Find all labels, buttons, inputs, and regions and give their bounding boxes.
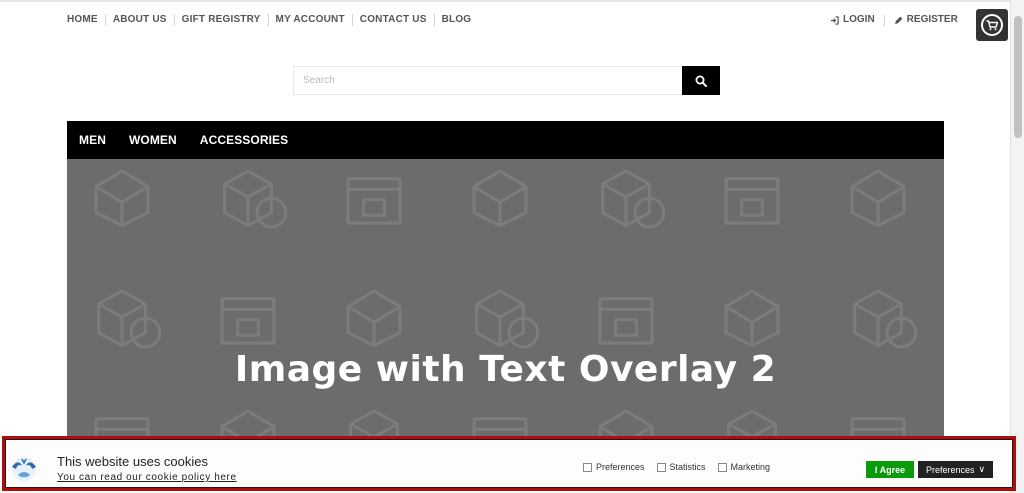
statistics-checkbox[interactable] (656, 462, 666, 472)
search-button[interactable] (682, 66, 720, 95)
top-nav-blog[interactable]: BLOG (433, 14, 479, 26)
login-link[interactable]: LOGIN (830, 14, 875, 26)
pattern-box-icon (724, 289, 780, 348)
preferences-option-label: Preferences (596, 462, 645, 472)
cookie-logo-icon (12, 457, 36, 481)
cookie-option-marketing[interactable]: Marketing (717, 462, 771, 472)
hero-banner[interactable]: Image with Text Overlay 2 (67, 159, 944, 445)
search-icon (695, 75, 707, 87)
register-label: REGISTER (906, 14, 958, 25)
top-nav-contact-us[interactable]: CONTACT US (351, 14, 434, 26)
pattern-box-icon (472, 169, 528, 228)
account-separator (883, 14, 885, 26)
cookie-options: Preferences Statistics Marketing (583, 462, 782, 472)
cart-icon (986, 19, 998, 30)
scrollbar-thumb[interactable] (1014, 16, 1022, 138)
pattern-box-icon (94, 169, 150, 228)
top-border (0, 0, 1024, 2)
preferences-checkbox[interactable] (583, 462, 592, 472)
main-nav: MEN WOMEN ACCESSORIES (67, 121, 944, 159)
pattern-box-icon (853, 289, 918, 349)
agree-button[interactable]: I Agree (866, 461, 914, 478)
cookie-option-statistics[interactable]: Statistics (656, 462, 706, 472)
pencil-icon (894, 16, 903, 24)
preferences-button[interactable]: Preferences ∨ (918, 461, 993, 478)
cookie-policy-link[interactable]: You can read our cookie policy here (57, 472, 237, 483)
cookie-option-preferences[interactable]: Preferences (583, 462, 645, 472)
hero-icon-pattern (94, 169, 918, 445)
pattern-box-icon (850, 169, 906, 228)
pattern-box-icon (223, 169, 288, 229)
pattern-box-icon (346, 289, 402, 348)
pattern-box-icon (598, 297, 654, 345)
pattern-box-icon (346, 177, 402, 225)
top-nav-home[interactable]: HOME (67, 14, 105, 26)
page-scrollbar[interactable] (1010, 0, 1024, 493)
marketing-checkbox[interactable] (717, 462, 727, 472)
pattern-box-icon (97, 289, 162, 349)
top-nav-my-account[interactable]: MY ACCOUNT (267, 14, 352, 26)
pattern-box-icon (475, 289, 540, 349)
hero-title: Image with Text Overlay 2 (234, 349, 777, 390)
pattern-box-icon (220, 297, 276, 345)
search-bar (293, 66, 720, 95)
cart-button[interactable] (976, 9, 1008, 41)
search-input[interactable] (293, 66, 682, 95)
cookie-title: This website uses cookies (57, 454, 209, 469)
statistics-option-label: Statistics (669, 462, 706, 472)
top-nav: HOME ABOUT US GIFT REGISTRY MY ACCOUNT C… (67, 14, 478, 26)
pattern-box-icon (601, 169, 666, 229)
main-nav-women[interactable]: WOMEN (129, 133, 177, 147)
pattern-box-icon (724, 177, 780, 225)
sign-in-icon (830, 15, 839, 25)
cart-icon-ring (981, 14, 1003, 36)
top-nav-about-us[interactable]: ABOUT US (104, 14, 174, 26)
main-nav-men[interactable]: MEN (79, 133, 106, 147)
top-nav-gift-registry[interactable]: GIFT REGISTRY (173, 14, 268, 26)
preferences-button-label: Preferences (925, 464, 975, 475)
login-label: LOGIN (843, 14, 875, 25)
marketing-option-label: Marketing (730, 462, 771, 472)
account-links: LOGIN REGISTER (830, 14, 958, 26)
chevron-down-icon: ∨ (978, 464, 986, 474)
register-link[interactable]: REGISTER (894, 14, 958, 26)
main-nav-accessories[interactable]: ACCESSORIES (200, 133, 288, 147)
